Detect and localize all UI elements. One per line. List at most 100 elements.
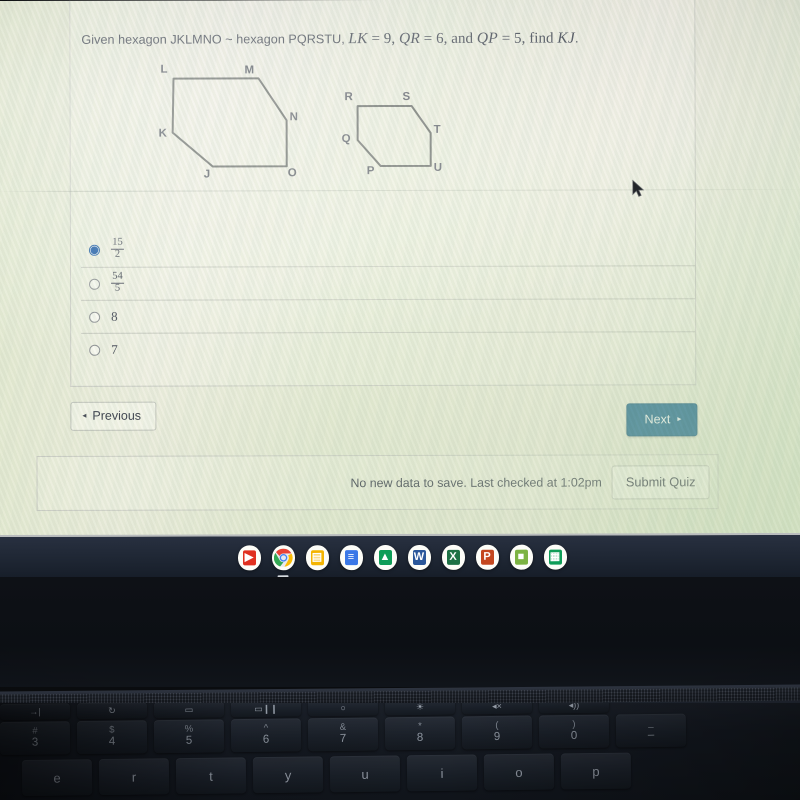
key-8[interactable]: * 8 — [384, 716, 456, 751]
vertex-label-q: Q — [341, 133, 351, 146]
icon-glyph: P — [480, 549, 494, 565]
answer-label-1: 15 2 — [110, 237, 124, 261]
key-symbol: * — [417, 721, 422, 733]
vertex-label-n: N — [289, 111, 298, 124]
answer-label-4: 7 — [111, 341, 118, 357]
key-digit: 5 — [185, 734, 193, 747]
key-symbol: # — [32, 725, 38, 737]
answer-label-3: 8 — [111, 308, 118, 324]
key-symbol: ) — [572, 719, 576, 731]
submit-quiz-button[interactable]: Submit Quiz — [611, 464, 710, 499]
key-4[interactable]: $4 — [76, 720, 148, 755]
vertex-label-t: T — [433, 123, 441, 136]
laptop-keyboard: →| ↻ ▭ ▭❙❙ ○ ☀ ◂× ◂)) #3 $4% 5 ^ 6 & 7 * 8(9) 0 _ – ertyui… — [0, 703, 800, 800]
key-digit: 4 — [108, 735, 116, 748]
icon-glyph: ▶ — [242, 550, 256, 566]
vertex-label-u: U — [433, 161, 443, 174]
chevron-left-icon: ◂ — [82, 410, 87, 420]
microsoft-powerpoint-icon[interactable]: P — [475, 544, 499, 570]
fraction-numerator: 54 — [112, 270, 123, 282]
hexagon-figure: L M N O J K R S T U P Q — [70, 0, 697, 209]
key-fn[interactable]: →| — [0, 703, 71, 721]
previous-button[interactable]: ◂ Previous — [70, 401, 157, 431]
mouse-cursor — [632, 179, 645, 197]
key-0[interactable]: ) 0 — [538, 714, 610, 749]
fraction-denominator: 2 — [110, 248, 124, 261]
key-digit: – — [647, 729, 655, 742]
key-t[interactable]: t — [175, 757, 247, 795]
google-drive-icon[interactable]: ▲ — [373, 545, 397, 571]
key-i[interactable]: i — [406, 754, 478, 792]
key-p[interactable]: p — [560, 752, 632, 790]
answer-radio-4[interactable] — [89, 344, 101, 356]
google-docs-icon[interactable]: ≡ — [339, 545, 363, 571]
key-5[interactable]: % 5 — [153, 719, 225, 754]
vertex-label-o: O — [287, 167, 297, 180]
key-digit: 7 — [339, 732, 347, 746]
key-symbol: & — [339, 721, 347, 734]
key-symbol: % — [184, 723, 194, 735]
chevron-right-icon: ▸ — [677, 414, 682, 424]
key-symbol: _ — [648, 718, 654, 730]
next-button[interactable]: Next ▸ — [626, 403, 698, 437]
next-button-label: Next — [644, 412, 671, 427]
youtube-icon[interactable]: ▶ — [237, 545, 261, 571]
vertex-label-l: L — [160, 63, 168, 76]
icon-glyph: X — [446, 549, 460, 565]
key-e[interactable]: e — [21, 759, 93, 797]
chrome-icon[interactable] — [271, 545, 295, 578]
key-fn[interactable]: ◂)) — [538, 703, 610, 714]
icon-glyph: ▦ — [548, 549, 562, 565]
hexagon-pqrstu-shape — [356, 104, 432, 168]
keyboard-letter-row: ertyuiop — [21, 750, 800, 797]
answer-radio-1[interactable] — [88, 244, 100, 256]
key-–[interactable]: _ – — [615, 713, 687, 748]
vertex-label-p: P — [366, 165, 375, 178]
fraction-denominator: 5 — [111, 282, 125, 294]
vertex-label-k: K — [158, 127, 167, 140]
key-fn[interactable]: ↻ — [76, 703, 148, 720]
quiz-question-card: Question 1 2 pts Given hexagon JKLMNO ~ … — [69, 0, 697, 387]
key-7[interactable]: & 7 — [307, 717, 379, 752]
key-y[interactable]: y — [252, 756, 324, 794]
key-6[interactable]: ^ 6 — [230, 718, 302, 753]
key-u[interactable]: u — [329, 755, 401, 793]
key-o[interactable]: o — [483, 753, 555, 791]
hexagon-vertex-labels: L M N O J K R S T U P Q — [71, 64, 697, 214]
laptop-photo: Question 1 2 pts Given hexagon JKLMNO ~ … — [0, 0, 800, 800]
microsoft-excel-icon[interactable]: X — [441, 544, 465, 570]
key-fn[interactable]: ▭❙❙ — [230, 703, 302, 718]
key-digit: 0 — [570, 730, 578, 743]
key-digit: 9 — [493, 731, 501, 744]
answer-radio-3[interactable] — [89, 311, 101, 323]
key-fn[interactable]: ◂× — [461, 703, 533, 715]
save-status-text: No new data to save. Last checked at 1:0… — [350, 474, 602, 490]
google-sheets-icon[interactable]: ▦ — [543, 544, 567, 570]
key-fn[interactable]: ☀ — [384, 703, 456, 716]
answer-radio-2[interactable] — [89, 278, 101, 290]
key-3[interactable]: #3 — [0, 721, 71, 756]
answer-label-2: 54 5 — [111, 270, 125, 295]
google-contacts-icon[interactable]: ■ — [509, 544, 533, 570]
key-9[interactable]: (9 — [461, 715, 533, 750]
answer-option-4[interactable]: 7 — [81, 331, 696, 366]
submit-quiz-label: Submit Quiz — [625, 473, 696, 489]
key-fn[interactable]: ▭ — [153, 703, 225, 719]
key-digit: 3 — [31, 736, 39, 749]
icon-glyph: ▤ — [310, 550, 324, 566]
screen-bezel-bottom — [0, 577, 800, 687]
vertex-label-m: M — [244, 64, 255, 77]
vertex-label-s: S — [402, 90, 411, 103]
microsoft-word-icon[interactable]: W — [407, 544, 431, 570]
key-symbol: $ — [109, 724, 115, 736]
answer-option-2[interactable]: 54 5 — [80, 265, 696, 300]
vertex-label-r: R — [344, 91, 353, 104]
answer-option-1[interactable]: 15 2 — [81, 232, 695, 267]
google-keep-icon[interactable]: ▤ — [305, 545, 329, 571]
key-r[interactable]: r — [98, 758, 170, 796]
key-fn[interactable]: ○ — [307, 703, 379, 717]
key-symbol: ^ — [263, 722, 269, 734]
hexagon-diagram-svg — [171, 77, 432, 168]
key-digit: 6 — [262, 733, 270, 746]
answer-option-3[interactable]: 8 — [81, 298, 696, 333]
